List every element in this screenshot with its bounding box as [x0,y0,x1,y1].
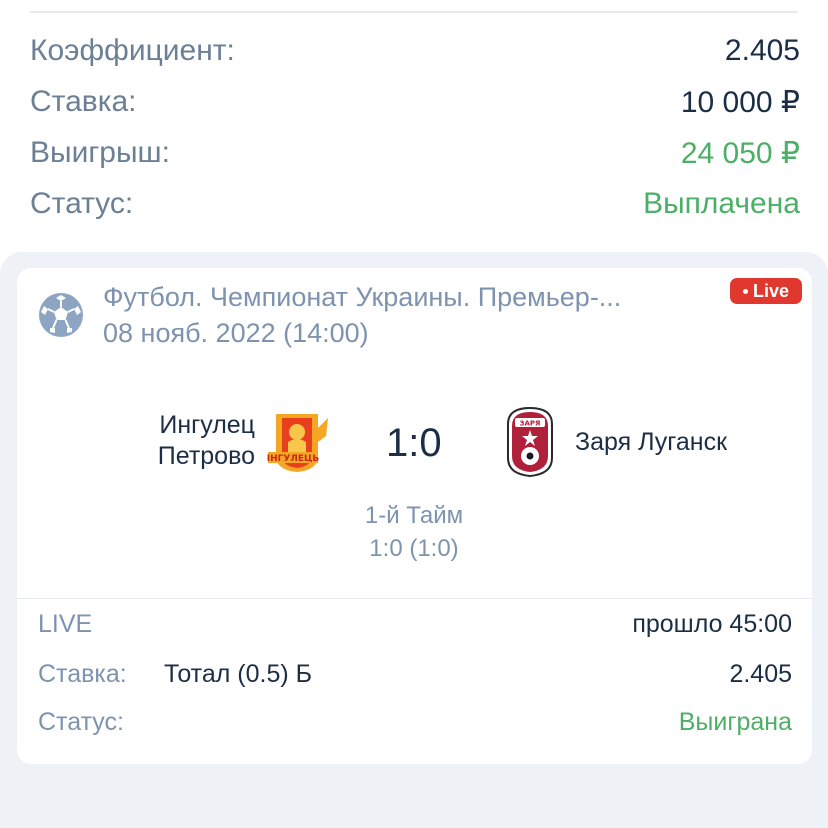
live-mode-label: LIVE [38,610,93,638]
stake-value: 10 000 ₽ [680,85,800,119]
win-row: Выигрыш: 24 050 ₽ [30,131,800,175]
status-label: Статус: [30,187,134,220]
coef-value: 2.405 [724,34,800,67]
home-team-line1: Ингулец [159,411,255,439]
bet-row: Ставка: Тотал (0.5) Б 2.405 [38,660,792,694]
elapsed-time: прошло 45:00 [632,610,792,638]
period-score: 1:0 (1:0) [369,535,459,562]
stake-row: Ставка: 10 000 ₽ [30,80,800,124]
bet-status-label: Статус: [38,708,124,736]
bet-summary: Коэффициент: 2.405 Ставка: 10 000 ₽ Выиг… [0,0,828,248]
win-value: 24 050 ₽ [680,136,800,170]
event-date: 08 нояб. 2022 (14:00) [103,318,369,348]
live-dot-icon [742,288,748,294]
bet-status-row: Статус: Выиграна [38,708,792,742]
home-team-line2: Петрово [157,442,255,470]
coef-label: Коэффициент: [30,34,235,67]
match-period: 1-й Тайм [364,502,464,529]
status-row: Статус: Выплачена [30,182,800,226]
card-divider [17,598,812,599]
stake-label: Ставка: [30,85,137,118]
status-value: Выплачена [643,187,800,220]
home-team-name: Ингулец Петрово [100,410,255,472]
away-team-name: Заря Луганск [575,428,728,456]
bet-coef: 2.405 [729,660,792,688]
zorya-logo: ЗАРЯ [507,406,553,478]
bet-label: Ставка: [38,660,127,688]
win-label: Выигрыш: [30,136,170,169]
svg-text:ЗАРЯ: ЗАРЯ [520,420,541,428]
ingulets-logo: ІНГУЛЕЦЬ [267,414,328,472]
svg-text:ІНГУЛЕЦЬ: ІНГУЛЕЦЬ [267,454,320,464]
bet-market: Тотал (0.5) Б [164,660,313,688]
match-score: 1:0 [386,421,442,465]
live-badge: Live [730,278,802,304]
league-name[interactable]: Футбол. Чемпионат Украины. Премьер-... [103,282,621,313]
live-row: LIVE прошло 45:00 [38,610,792,644]
bet-status-value: Выиграна [678,708,792,736]
football-icon [39,293,83,337]
live-badge-label: Live [752,280,790,301]
coef-row: Коэффициент: 2.405 [30,29,800,73]
